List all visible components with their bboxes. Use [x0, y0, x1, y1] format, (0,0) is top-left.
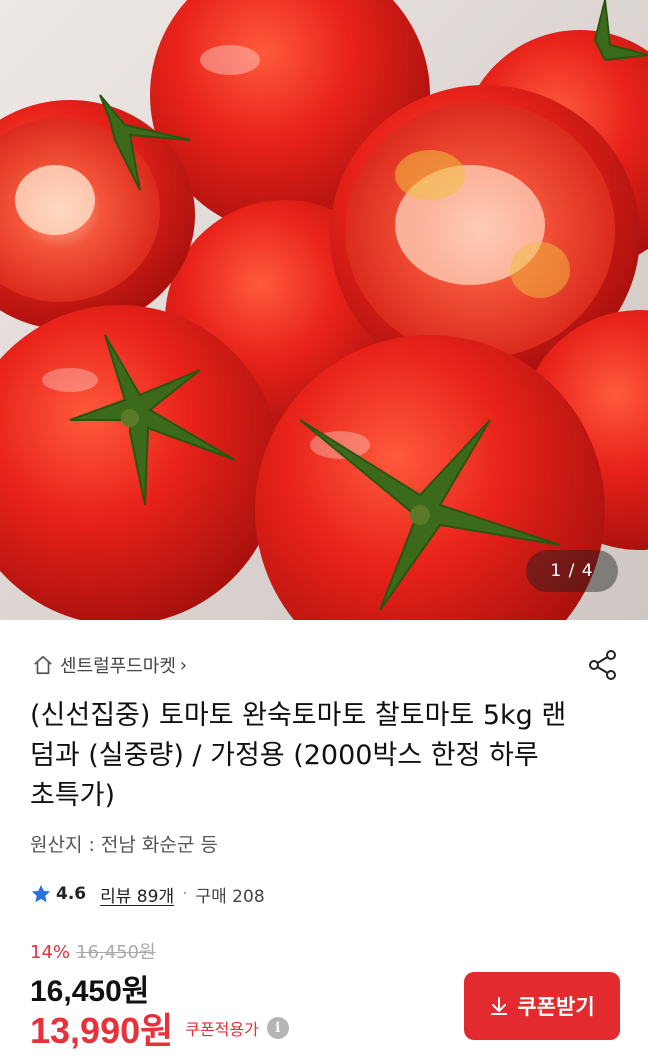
store-link[interactable]: 센트럴푸드마켓 ›: [32, 648, 187, 682]
share-icon[interactable]: [586, 648, 620, 682]
coupon-price: 13,990원: [30, 1010, 174, 1051]
origin-info: 원산지 : 전남 화순군 등: [30, 834, 218, 856]
home-icon: [34, 655, 52, 675]
reviews-link[interactable]: 리뷰 89개: [100, 882, 174, 907]
tomatoes-photo: [0, 0, 648, 620]
coupon-price-label: 쿠폰적용가: [185, 1020, 259, 1039]
original-price: 16,450원: [76, 942, 156, 963]
separator-dot: ·: [182, 884, 188, 904]
star-icon: [31, 884, 51, 903]
coupon-price-info: 13,990원 쿠폰적용가 i: [30, 1002, 289, 1054]
info-icon[interactable]: i: [266, 1017, 289, 1039]
image-counter: 1 / 4: [526, 550, 618, 592]
purchase-count: 구매 208: [195, 886, 265, 907]
rating-score: 4.6: [56, 884, 87, 904]
rating-summary: 4.6 리뷰 89개 · 구매 208: [30, 880, 265, 908]
download-icon: [491, 997, 508, 1015]
get-coupon-label: 쿠폰받기: [517, 996, 595, 1019]
get-coupon-button[interactable]: 쿠폰받기: [464, 972, 620, 1040]
product-title: (신선집중) 토마토 완숙토마토 찰토마토 5kg 랜덤과 (실중량) / 가정…: [30, 700, 567, 811]
store-name: 센트럴푸드마켓: [60, 656, 176, 677]
discount-info: 14% 16,450원: [30, 938, 156, 964]
chevron-right-icon: ›: [179, 654, 188, 676]
product-image[interactable]: 1 / 4: [0, 0, 648, 620]
discount-rate: 14%: [30, 942, 71, 963]
